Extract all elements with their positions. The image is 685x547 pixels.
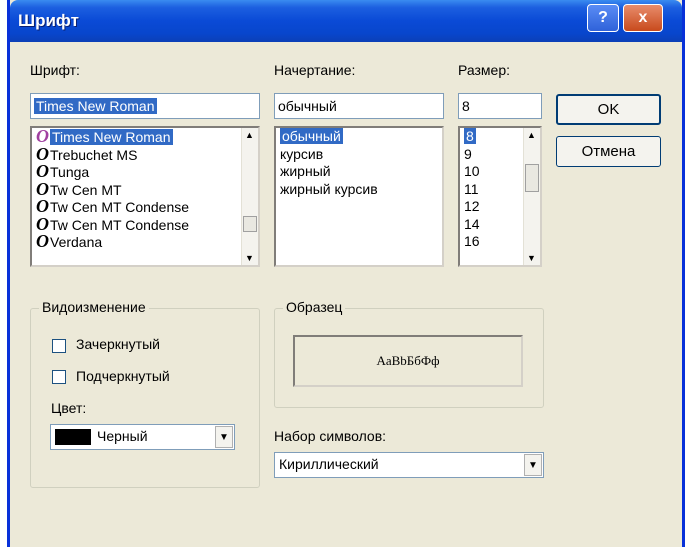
font-input-value: Times New Roman [34, 98, 157, 114]
font-list-item-label: Tw Cen MT Condense [50, 216, 190, 233]
font-list-item[interactable]: OVerdana [32, 231, 258, 251]
title-bar[interactable]: Шрифт ? x [10, 0, 682, 42]
strikeout-label: Зачеркнутый [76, 336, 160, 352]
style-label: Начертание: [274, 62, 356, 78]
help-icon: ? [598, 9, 608, 26]
scroll-down-icon[interactable]: ▼ [245, 253, 254, 263]
charset-select[interactable]: Кириллический ▼ [274, 452, 544, 478]
font-list-item-label: Tunga [50, 164, 90, 180]
font-list[interactable]: O Times New Roman OTrebuchet MS OTunga OTw C… [30, 126, 260, 267]
style-list-item[interactable]: жирный курсив [276, 181, 442, 199]
scroll-thumb[interactable] [525, 164, 539, 192]
font-list-item[interactable]: OTw Cen MT Condense [32, 215, 258, 234]
size-list-item-label: 11 [464, 180, 479, 197]
font-dialog: Шрифт ? x Шрифт: Times New Roman O Times … [7, 0, 685, 547]
close-icon: x [638, 9, 648, 26]
font-list-item[interactable]: OTrebuchet MS [32, 145, 258, 164]
size-list-scrollbar[interactable]: ▲ ▼ [523, 128, 540, 265]
font-list-item-label: Tw Cen MT [50, 181, 122, 198]
font-list-item[interactable]: O Times New Roman [32, 128, 258, 146]
cancel-button[interactable]: Отмена [556, 136, 661, 167]
font-list-item[interactable]: OTw Cen MT Condense [32, 196, 258, 216]
sample-group: Образец AaBbБбФф [274, 299, 544, 408]
size-list-item-label: 8 [464, 128, 476, 144]
scroll-up-icon[interactable]: ▲ [527, 130, 536, 140]
ok-button-label: OK [597, 101, 620, 118]
scroll-up-icon[interactable]: ▲ [245, 130, 254, 140]
font-type-icon: O [36, 196, 49, 216]
color-select[interactable]: Черный ▼ [50, 424, 235, 450]
sample-preview: AaBbБбФф [293, 335, 523, 387]
effects-group: Видоизменение Зачеркнутый Подчеркнутый Ц… [30, 299, 260, 488]
help-button[interactable]: ? [587, 4, 619, 32]
style-list-item-label: жирный [280, 163, 331, 179]
ok-button[interactable]: OK [556, 94, 661, 125]
style-list-item[interactable]: жирный [276, 163, 442, 181]
color-dropdown-button[interactable]: ▼ [215, 426, 233, 448]
charset-label: Набор символов: [274, 428, 387, 444]
style-list[interactable]: обычный курсив жирный жирный курсив [274, 126, 444, 267]
size-input-value: 8 [462, 98, 470, 114]
font-type-icon: O [36, 126, 49, 146]
size-label: Размер: [458, 62, 511, 78]
close-button[interactable]: x [623, 4, 663, 32]
sample-title: Образец [283, 299, 346, 315]
effects-title: Видоизменение [39, 299, 149, 315]
font-list-item-label: Trebuchet MS [50, 146, 138, 163]
underline-checkbox[interactable] [52, 370, 66, 384]
font-list-item[interactable]: OTw Cen MT [32, 180, 258, 199]
window-title: Шрифт [18, 11, 79, 30]
cancel-button-label: Отмена [581, 143, 636, 160]
size-list-item-label: 12 [464, 198, 480, 214]
font-list-scrollbar[interactable]: ▲ ▼ [241, 128, 258, 265]
underline-label: Подчеркнутый [76, 368, 170, 384]
scroll-thumb[interactable] [243, 216, 257, 232]
font-list-item-label: Tw Cen MT Condense [50, 199, 190, 215]
chevron-down-icon: ▼ [219, 431, 229, 443]
color-swatch [55, 429, 91, 445]
style-list-item-label: курсив [280, 145, 324, 162]
style-list-item-label: жирный курсив [280, 180, 378, 197]
font-list-item[interactable]: OTunga [32, 161, 258, 181]
size-list-item-label: 14 [464, 215, 480, 232]
chevron-down-icon: ▼ [528, 459, 538, 471]
font-list-item-label: Times New Roman [50, 129, 173, 145]
strikeout-checkbox[interactable] [52, 339, 66, 353]
size-list-item-label: 16 [464, 233, 480, 249]
sample-text: AaBbБбФф [376, 353, 440, 368]
size-list-item-label: 9 [464, 145, 472, 162]
font-type-icon: O [36, 231, 49, 251]
style-list-item-label: обычный [280, 128, 343, 144]
charset-value: Кириллический [279, 456, 379, 472]
font-input[interactable]: Times New Roman [30, 93, 260, 119]
color-value: Черный [97, 428, 148, 444]
font-label: Шрифт: [30, 62, 80, 78]
font-list-item-label: Verdana [50, 234, 103, 250]
style-input-value: обычный [278, 98, 337, 114]
color-label: Цвет: [51, 400, 87, 416]
style-list-item[interactable]: обычный [276, 128, 442, 146]
scroll-down-icon[interactable]: ▼ [527, 253, 536, 263]
size-list[interactable]: 8 9 10 11 12 14 16 ▲ ▼ [458, 126, 542, 267]
size-input[interactable]: 8 [458, 93, 542, 119]
charset-dropdown-button[interactable]: ▼ [524, 454, 542, 476]
size-list-item-label: 10 [464, 163, 480, 179]
style-input[interactable]: обычный [274, 93, 444, 119]
font-type-icon: O [36, 161, 49, 181]
style-list-item[interactable]: курсив [276, 146, 442, 164]
